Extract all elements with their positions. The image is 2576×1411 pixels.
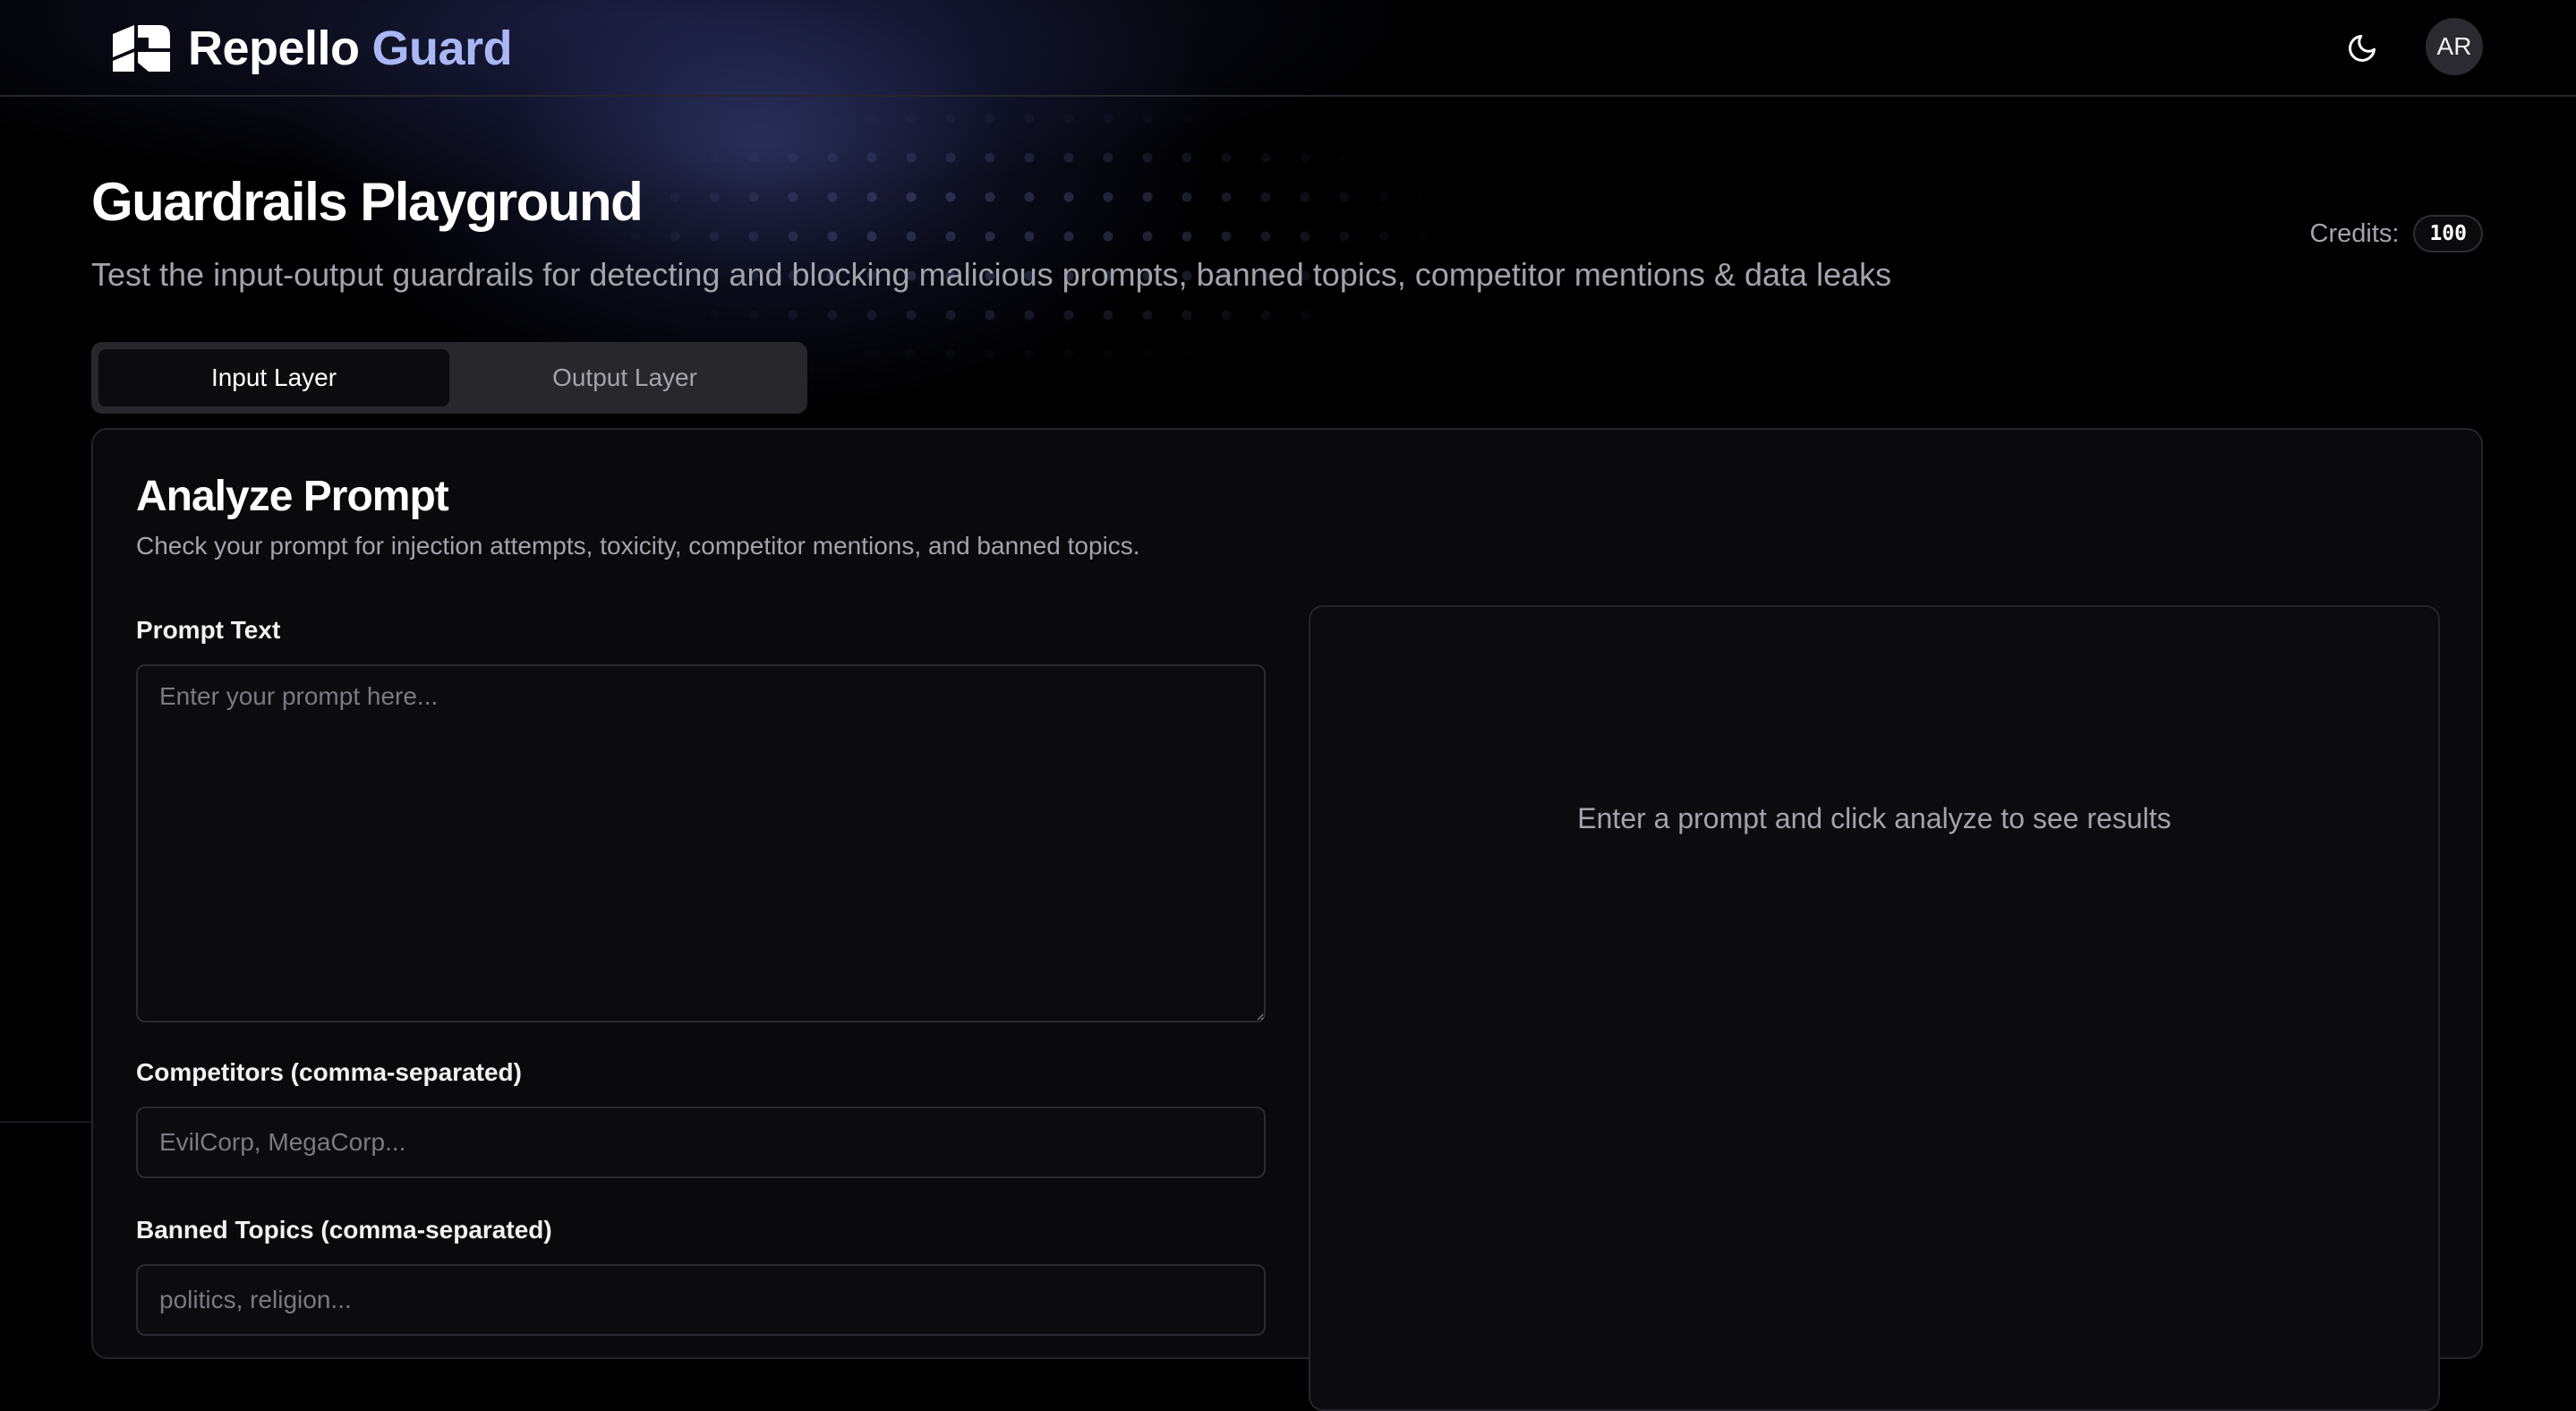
avatar[interactable]: AR [2426,18,2483,75]
card-description: Check your prompt for injection attempts… [136,532,1140,560]
banned-topics-label: Banned Topics (comma-separated) [136,1216,552,1244]
credits-badge: 100 [2413,215,2483,252]
logo[interactable]: Repello Guard [109,20,513,77]
credits-indicator: Credits: 100 [2310,215,2483,252]
tab-output-layer[interactable]: Output Layer [449,349,800,406]
prompt-textarea[interactable] [136,664,1266,1022]
tab-input-layer[interactable]: Input Layer [98,349,449,406]
page-subtitle: Test the input-output guardrails for det… [91,256,1892,293]
layer-tabs: Input Layer Output Layer [91,342,807,414]
background-divider [0,1121,93,1123]
moon-icon [2349,35,2376,62]
competitors-label: Competitors (comma-separated) [136,1058,522,1086]
theme-toggle-button[interactable] [2334,21,2390,75]
logo-text: Repello Guard [188,21,513,76]
competitors-input[interactable] [136,1107,1266,1178]
prompt-text-label: Prompt Text [136,616,281,644]
credits-label: Credits: [2309,218,2400,248]
results-placeholder-text: Enter a prompt and click analyze to see … [1577,802,2171,834]
top-header: Repello Guard AR [0,0,2576,97]
logo-mark-icon [113,25,170,72]
page-title: Guardrails Playground [91,172,644,232]
banned-topics-input[interactable] [136,1264,1266,1336]
logo-text-secondary: Guard [371,21,513,75]
card-title: Analyze Prompt [136,473,449,520]
logo-text-primary: Repello [188,21,360,75]
results-panel: Enter a prompt and click analyze to see … [1309,605,2440,1411]
analyze-prompt-card: Analyze Prompt Check your prompt for inj… [91,428,2483,1411]
